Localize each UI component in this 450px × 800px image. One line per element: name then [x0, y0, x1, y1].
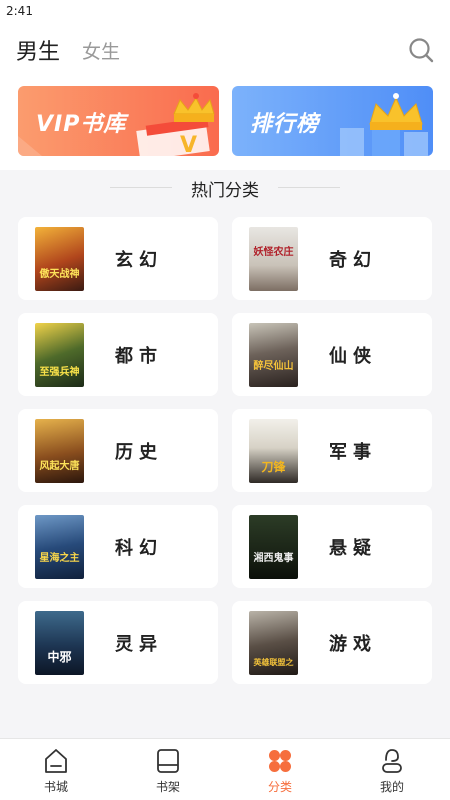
book-cover: 英雄联盟之 — [249, 611, 298, 675]
cover-title: 至强兵神 — [40, 365, 80, 378]
cover-title: 傲天战神 — [40, 267, 80, 280]
status-bar: 2:41 — [0, 0, 450, 22]
category-name: 悬疑 — [329, 538, 377, 559]
category-name: 科幻 — [115, 538, 163, 559]
section-header: 热门分类 — [0, 172, 450, 202]
nav-label: 书城 — [43, 780, 68, 794]
book-cover: 傲天战神 — [35, 227, 84, 291]
category-name: 灵异 — [115, 634, 163, 655]
nav-profile[interactable]: 我的 — [336, 739, 448, 800]
cover-title: 中邪 — [47, 649, 71, 664]
tab-female[interactable]: 女生 — [82, 37, 120, 64]
book-cover: 风起大唐 — [35, 419, 84, 483]
category-card-junshi[interactable]: 刀锋 军事 — [232, 409, 432, 492]
nav-bookstore[interactable]: 书城 — [0, 739, 112, 800]
nav-label: 分类 — [267, 780, 292, 794]
section-title: 热门分类 — [191, 181, 259, 201]
category-card-youxi[interactable]: 英雄联盟之 游戏 — [232, 601, 432, 684]
category-name: 游戏 — [329, 634, 377, 655]
category-name: 仙侠 — [329, 346, 377, 367]
divider-right — [278, 187, 340, 188]
book-cover: 湘西鬼事 — [249, 515, 298, 579]
cover-title: 刀锋 — [261, 459, 286, 474]
category-card-qihuan[interactable]: 妖怪农庄 奇幻 — [232, 217, 432, 300]
header: 男生 女生 — [0, 22, 450, 80]
cover-title: 风起大唐 — [40, 459, 80, 472]
ranking-label: 排行榜 — [250, 112, 320, 137]
cover-title: 妖怪农庄 — [254, 245, 294, 258]
book-cover: 刀锋 — [249, 419, 298, 483]
nav-label: 书架 — [155, 780, 180, 794]
svg-text:V: V — [180, 133, 197, 156]
status-time: 2:41 — [6, 4, 33, 18]
cover-title: 英雄联盟之 — [253, 657, 294, 667]
category-name: 都市 — [115, 346, 163, 367]
ranking-banner[interactable]: 排行榜 — [232, 86, 433, 156]
category-name: 历史 — [115, 442, 163, 463]
category-name: 军事 — [329, 442, 377, 463]
nav-category[interactable]: 分类 — [224, 739, 336, 800]
vip-library-banner[interactable]: V VIP书库 — [18, 86, 219, 156]
category-name: 玄幻 — [115, 250, 163, 271]
search-button[interactable] — [408, 37, 434, 63]
nav-label: 我的 — [379, 780, 404, 794]
category-card-lingyi[interactable]: 中邪 灵异 — [18, 601, 218, 684]
category-card-lishi[interactable]: 风起大唐 历史 — [18, 409, 218, 492]
category-card-xianxia[interactable]: 醉尽仙山 仙侠 — [232, 313, 432, 396]
bookshelf-icon — [157, 749, 179, 773]
cover-title: 星海之主 — [40, 551, 80, 564]
cover-title: 湘西鬼事 — [254, 551, 294, 564]
profile-icon — [382, 749, 402, 773]
category-grid-icon — [269, 750, 291, 772]
book-cover: 妖怪农庄 — [249, 227, 298, 291]
category-card-kehuan[interactable]: 星海之主 科幻 — [18, 505, 218, 588]
category-name: 奇幻 — [329, 250, 377, 271]
category-card-dushi[interactable]: 至强兵神 都市 — [18, 313, 218, 396]
category-card-xuanyi[interactable]: 湘西鬼事 悬疑 — [232, 505, 432, 588]
vip-library-label: VIP书库 — [36, 112, 127, 137]
book-cover: 至强兵神 — [35, 323, 84, 387]
bottom-nav: 书城 书架 分类 我的 — [0, 738, 450, 800]
category-card-xuanhuan[interactable]: 傲天战神 玄幻 — [18, 217, 218, 300]
search-icon — [409, 38, 434, 63]
cover-title: 醉尽仙山 — [254, 359, 294, 372]
book-cover: 星海之主 — [35, 515, 84, 579]
nav-bookshelf[interactable]: 书架 — [112, 739, 224, 800]
book-cover: 中邪 — [35, 611, 84, 675]
book-cover: 醉尽仙山 — [249, 323, 298, 387]
home-icon — [45, 749, 67, 773]
tab-male[interactable]: 男生 — [16, 34, 60, 66]
